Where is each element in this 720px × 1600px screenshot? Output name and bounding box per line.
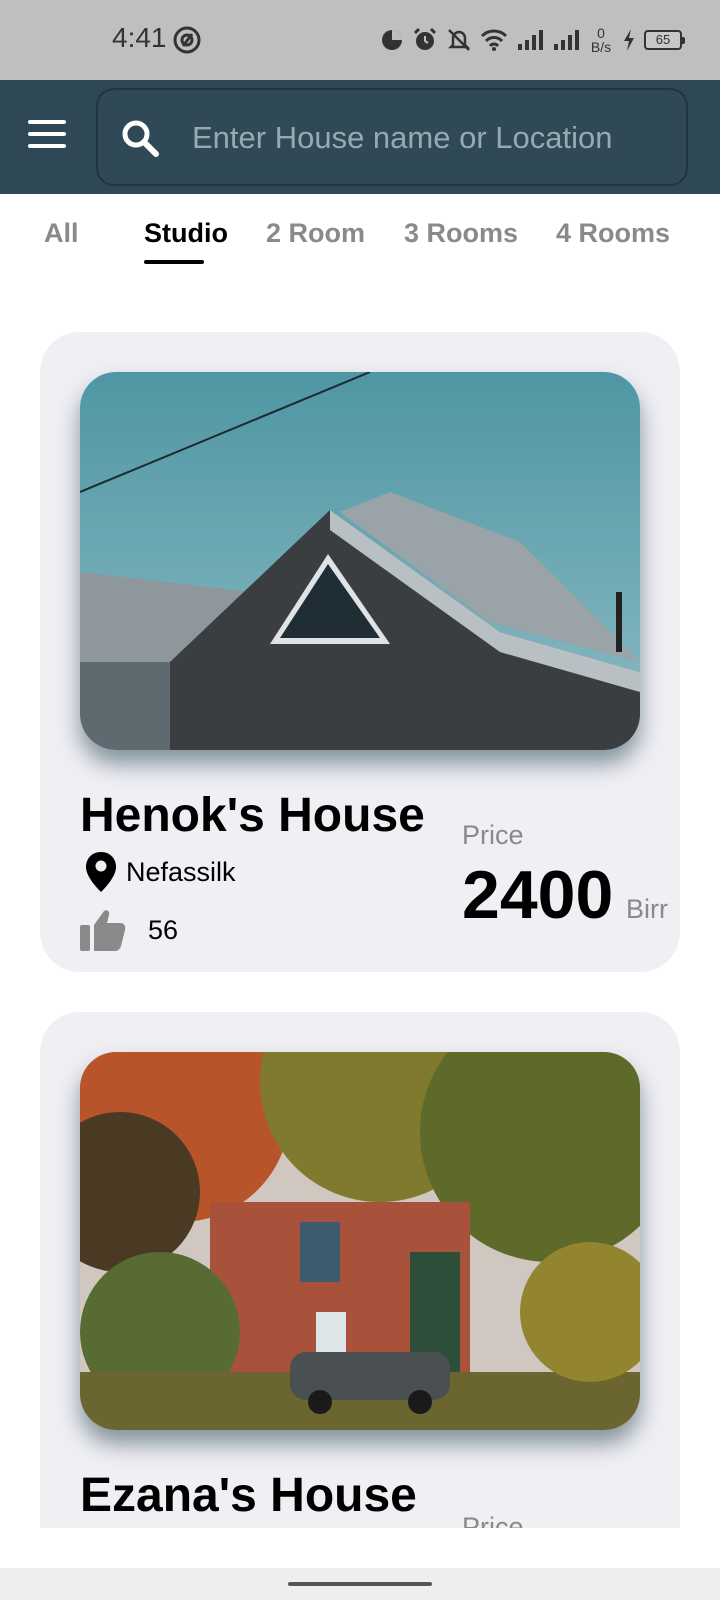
signal-icon xyxy=(518,30,543,50)
wifi-icon xyxy=(480,29,508,51)
menu-icon[interactable] xyxy=(28,120,68,154)
status-time: 4:41 xyxy=(112,22,167,53)
tab-3-rooms[interactable]: 3 Rooms xyxy=(404,218,518,249)
house-photo-illustration xyxy=(80,372,640,750)
price-label: Price xyxy=(462,820,524,850)
thumbs-up-icon[interactable] xyxy=(80,909,126,951)
tab-all[interactable]: All xyxy=(44,218,79,249)
tab-studio[interactable]: Studio xyxy=(144,218,228,249)
house-name[interactable]: Henok's House xyxy=(80,788,425,843)
search-bar[interactable] xyxy=(96,88,688,186)
app-header xyxy=(0,80,720,194)
likes: 56 xyxy=(80,908,178,952)
status-bar: 4:41 0 B/s 65 xyxy=(0,0,720,80)
tab-2-room[interactable]: 2 Room xyxy=(266,218,365,249)
location-pin-icon xyxy=(86,852,116,892)
house-photo-illustration xyxy=(80,1052,640,1430)
charging-icon xyxy=(624,29,634,51)
house-card[interactable]: Henok's House Nefassilk 56 Price 2400 Bi… xyxy=(40,332,680,972)
price-label: Price xyxy=(462,1512,524,1528)
at-sign-icon xyxy=(173,26,201,54)
notifications-off-icon xyxy=(447,29,471,51)
house-list[interactable]: Henok's House Nefassilk 56 Price 2400 Bi… xyxy=(0,276,720,1528)
navigation-bar xyxy=(0,1568,720,1600)
tab-4-rooms[interactable]: 4 Rooms xyxy=(556,218,670,249)
location-text: Nefassilk xyxy=(126,856,236,887)
home-gesture-handle[interactable] xyxy=(288,1582,432,1586)
alarm-icon xyxy=(413,27,437,50)
house-location: Nefassilk xyxy=(86,852,236,892)
category-tabs: All Studio 2 Room 3 Rooms 4 Rooms xyxy=(0,196,720,276)
net-speed: 0 B/s xyxy=(590,25,612,55)
house-name[interactable]: Ezana's House xyxy=(80,1468,417,1523)
price-value: 2400 xyxy=(462,857,614,933)
search-icon xyxy=(122,120,159,157)
battery-icon: 65 xyxy=(644,30,685,50)
house-card[interactable]: Ezana's House Price xyxy=(40,1012,680,1528)
data-saver-icon xyxy=(382,30,402,50)
status-icons: 0 B/s 65 xyxy=(380,22,685,58)
house-image[interactable] xyxy=(80,1052,640,1430)
likes-count: 56 xyxy=(148,914,179,945)
search-input[interactable] xyxy=(192,112,662,164)
house-image[interactable] xyxy=(80,372,640,750)
signal-icon-2 xyxy=(554,30,579,50)
active-tab-indicator xyxy=(144,260,204,264)
price-currency: Birr xyxy=(626,894,668,924)
